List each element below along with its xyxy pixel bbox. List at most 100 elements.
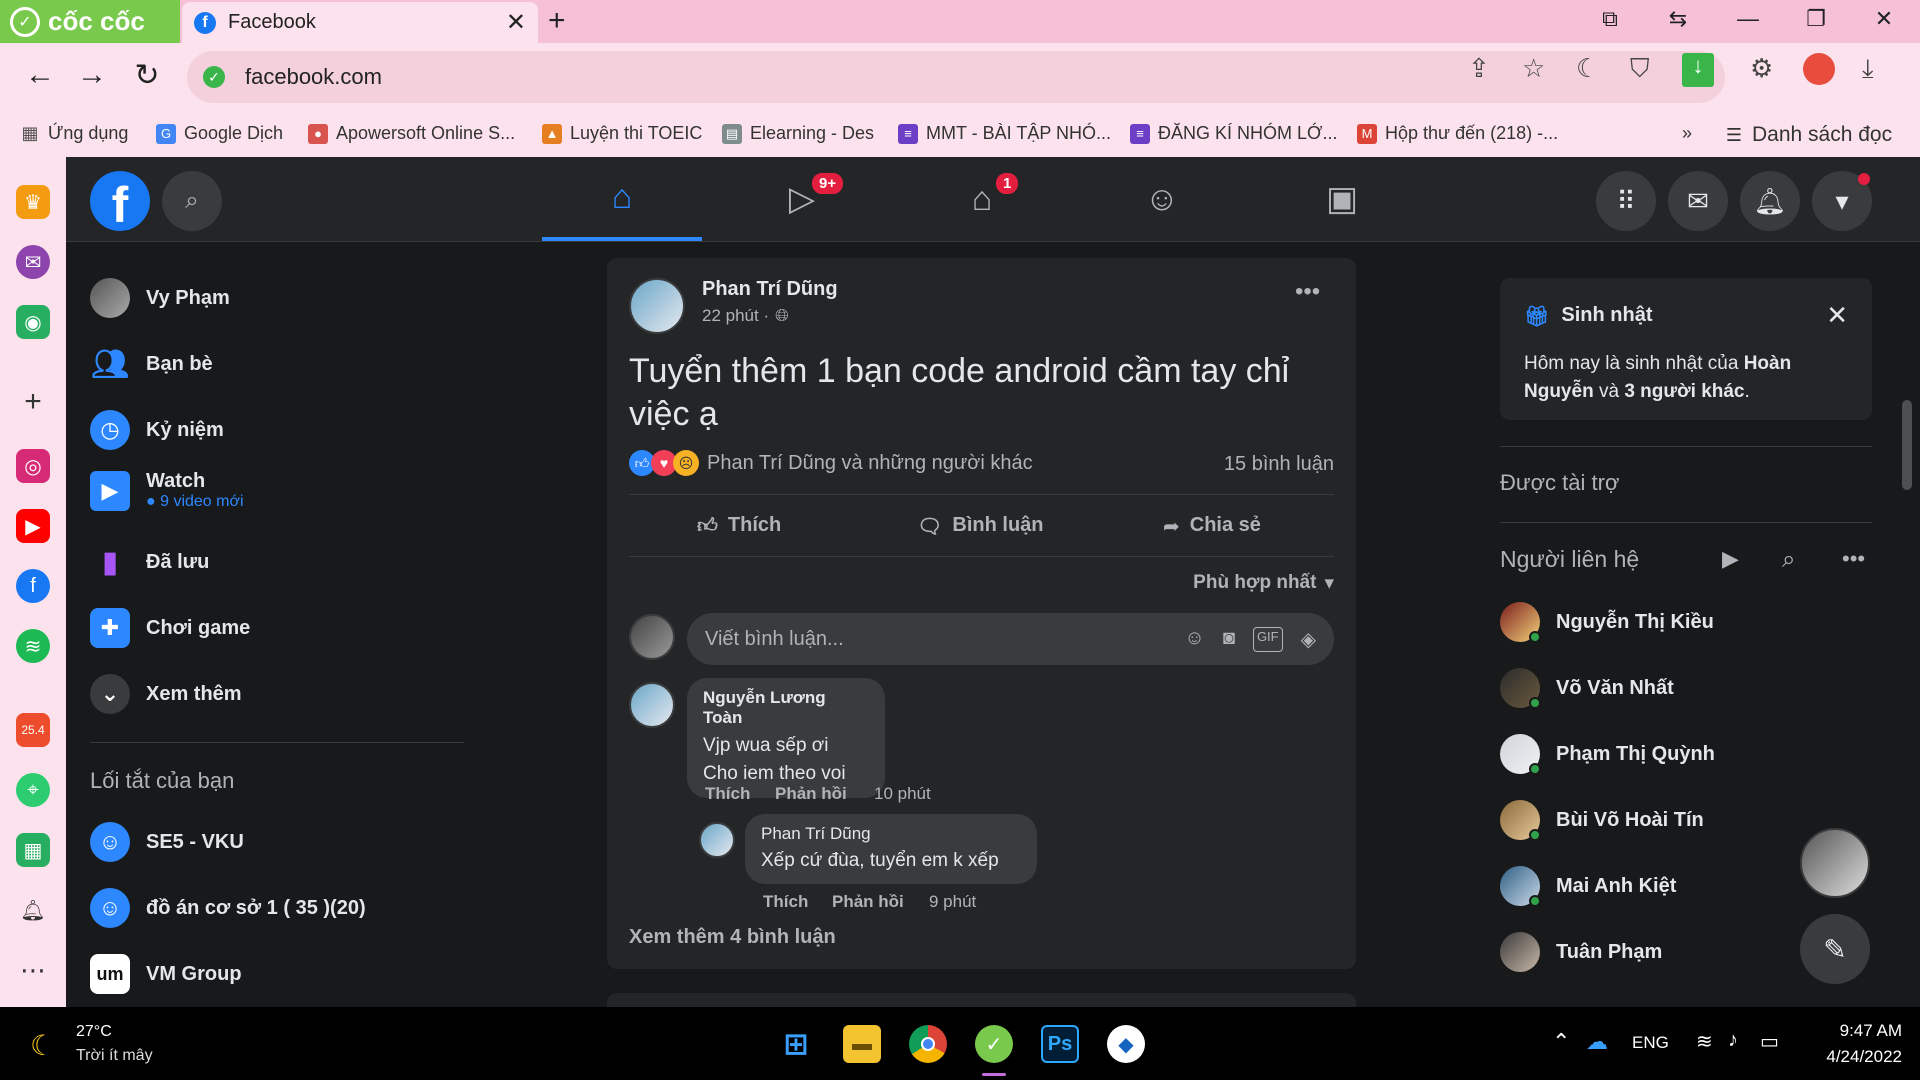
- back-button[interactable]: ←: [20, 58, 60, 92]
- contact-item[interactable]: Mai Anh Kiệt: [1500, 866, 1676, 907]
- leftnav-item-friends[interactable]: 👥︎ Bạn bè: [90, 344, 213, 384]
- more-bookmarks-button[interactable]: »: [1682, 123, 1692, 144]
- reply-reply-button[interactable]: Phản hồi: [832, 892, 904, 912]
- chrome-icon[interactable]: [909, 1025, 947, 1063]
- add-panel-icon[interactable]: +: [16, 385, 50, 419]
- birthday-card[interactable]: 🎁︎ Sinh nhật ✕ Hôm nay là sinh nhật của …: [1500, 278, 1872, 420]
- close-tab-icon[interactable]: ✕: [506, 8, 526, 37]
- nav-marketplace[interactable]: ⌂ 1: [902, 157, 1062, 241]
- bookmark-star-icon[interactable]: ☆: [1522, 53, 1545, 84]
- messenger-icon[interactable]: ✉: [16, 245, 50, 279]
- new-room-icon[interactable]: ▶: [1722, 546, 1739, 572]
- shortcut-vm-group[interactable]: um VM Group: [90, 954, 242, 994]
- instagram-icon[interactable]: ◎: [16, 449, 50, 483]
- screenshot-icon[interactable]: ⧉: [1590, 6, 1630, 32]
- nav-gaming[interactable]: ▣: [1262, 157, 1422, 241]
- clock-time[interactable]: 9:47 AM: [1812, 1021, 1902, 1041]
- share-button[interactable]: ➦ Chia sẻ: [1163, 514, 1261, 539]
- camera-icon[interactable]: ◙: [1223, 627, 1235, 652]
- downloads-icon[interactable]: ⤓: [1862, 53, 1874, 85]
- app-icon[interactable]: ◆: [1107, 1025, 1145, 1063]
- clock-date[interactable]: 4/24/2022: [1802, 1047, 1902, 1067]
- comment-input[interactable]: Viết bình luận... ☺ ◙ GIF ◈: [687, 613, 1334, 665]
- leftnav-item-see-more[interactable]: ⌄ Xem thêm: [90, 674, 242, 714]
- leftnav-item-memories[interactable]: ◷ Kỷ niệm: [90, 410, 224, 450]
- reply-like-button[interactable]: Thích: [763, 892, 808, 912]
- coccoc-menu-button[interactable]: ✓ cốc cốc: [0, 0, 180, 43]
- minimize-button[interactable]: —: [1728, 6, 1768, 32]
- account-button[interactable]: ▾: [1812, 171, 1872, 231]
- menu-grid-button[interactable]: ⠿: [1596, 171, 1656, 231]
- close-window-button[interactable]: ✕: [1864, 6, 1904, 32]
- weather-desc[interactable]: Trời ít mây: [76, 1047, 153, 1065]
- shopee-icon[interactable]: 25.4: [16, 713, 50, 747]
- input-language[interactable]: ENG: [1632, 1033, 1669, 1053]
- bookmark-gmail[interactable]: M Hộp thư đến (218) -...: [1357, 123, 1558, 144]
- chat-head-avatar[interactable]: [1800, 828, 1870, 898]
- contacts-options-icon[interactable]: •••: [1842, 546, 1865, 572]
- post-author-avatar[interactable]: [629, 278, 685, 334]
- contact-item[interactable]: Võ Văn Nhất: [1500, 668, 1674, 709]
- bookmark-dang-ki[interactable]: ≡ ĐĂNG KÍ NHÓM LỚ...: [1130, 123, 1337, 144]
- bookmark-toeic[interactable]: ▲ Luyện thi TOEIC: [542, 123, 702, 144]
- reactions-summary[interactable]: 👍︎ ♥ ☹ Phan Trí Dũng và những người khác: [629, 450, 1033, 476]
- contact-item[interactable]: Nguyễn Thị Kiều: [1500, 602, 1714, 643]
- windows-start-icon[interactable]: ⊞: [777, 1025, 815, 1063]
- facebook-search-button[interactable]: ⌕: [162, 171, 222, 231]
- file-explorer-icon[interactable]: ▬: [843, 1025, 881, 1063]
- extensions-puzzle-icon[interactable]: ⚙: [1750, 53, 1773, 84]
- adblock-shield-icon[interactable]: ⛉: [1630, 53, 1650, 85]
- youtube-icon[interactable]: ▶: [16, 509, 50, 543]
- facebook-icon[interactable]: f: [16, 569, 50, 603]
- contacts-search-icon[interactable]: ⌕: [1782, 546, 1795, 574]
- like-button[interactable]: 👍︎ Thích: [697, 514, 781, 538]
- photoshop-icon[interactable]: Ps: [1041, 1025, 1079, 1063]
- weather-temp[interactable]: 27°C: [76, 1023, 112, 1041]
- new-tab-button[interactable]: +: [548, 4, 566, 38]
- close-icon[interactable]: ✕: [1826, 300, 1848, 331]
- savior-download-icon[interactable]: ↓: [1682, 53, 1714, 87]
- coccoc-taskbar-icon[interactable]: ✓: [975, 1025, 1013, 1063]
- bookmark-apowersoft[interactable]: ● Apowersoft Online S...: [308, 123, 515, 144]
- view-more-comments[interactable]: Xem thêm 4 bình luận: [629, 926, 836, 949]
- crown-icon[interactable]: ♛: [16, 185, 50, 219]
- address-bar[interactable]: ✓ facebook.com: [187, 51, 1725, 103]
- shortcut-se5-vku[interactable]: ☺ SE5 - VKU: [90, 822, 244, 862]
- share-icon[interactable]: ⇪: [1468, 53, 1490, 84]
- spotify-icon[interactable]: ≋: [16, 629, 50, 663]
- post-author-name[interactable]: Phan Trí Dũng: [702, 278, 838, 301]
- nav-groups[interactable]: ☺: [1082, 157, 1242, 241]
- battery-icon[interactable]: ▭: [1760, 1029, 1779, 1054]
- game-controller-icon[interactable]: ◉: [16, 305, 50, 339]
- maximize-button[interactable]: ❐: [1796, 6, 1836, 32]
- comment-author-avatar[interactable]: [629, 682, 675, 728]
- bookmark-apps[interactable]: ▦ Ứng dụng: [20, 123, 128, 144]
- reply-author-avatar[interactable]: [699, 822, 735, 858]
- scrollbar-thumb[interactable]: [1902, 400, 1912, 490]
- nav-home[interactable]: ⌂: [542, 157, 702, 241]
- more-dots-icon[interactable]: ⋯: [16, 953, 50, 987]
- wifi-icon[interactable]: ≋: [1696, 1029, 1713, 1054]
- facebook-logo-icon[interactable]: f: [90, 171, 150, 231]
- gif-icon[interactable]: GIF: [1252, 626, 1283, 652]
- map-pin-icon[interactable]: ⌖: [16, 773, 50, 807]
- dark-mode-moon-icon[interactable]: ☾: [1576, 53, 1599, 84]
- sidebar-toggle-icon[interactable]: ⇆: [1658, 6, 1698, 32]
- forward-button[interactable]: →: [72, 58, 112, 92]
- new-message-button[interactable]: ✎: [1800, 914, 1870, 984]
- show-hidden-icons[interactable]: ⌃: [1552, 1029, 1570, 1055]
- bookmark-elearning[interactable]: ▤ Elearning - Des: [722, 123, 874, 144]
- sheets-icon[interactable]: ▦: [16, 833, 50, 867]
- comment-like-button[interactable]: Thích: [705, 784, 750, 804]
- reply-author-name[interactable]: Phan Trí Dũng: [761, 824, 1021, 844]
- comment-sort-dropdown[interactable]: Phù hợp nhất ▾: [1193, 572, 1334, 595]
- contact-item[interactable]: Bùi Võ Hoài Tín: [1500, 800, 1704, 841]
- nav-watch[interactable]: ▷ 9+: [722, 157, 882, 241]
- bookmark-mmt[interactable]: ≡ MMT - BÀI TẬP NHÓ...: [898, 123, 1111, 144]
- reload-button[interactable]: ↻: [127, 58, 167, 93]
- volume-icon[interactable]: ♪: [1728, 1029, 1738, 1052]
- comment-reply-button[interactable]: Phản hồi: [775, 784, 847, 804]
- post-options-icon[interactable]: •••: [1295, 278, 1320, 306]
- leftnav-item-profile[interactable]: Vy Phạm: [90, 278, 230, 318]
- shortcut-do-an[interactable]: ☺ đồ án cơ sở 1 ( 35 )(20): [90, 888, 366, 928]
